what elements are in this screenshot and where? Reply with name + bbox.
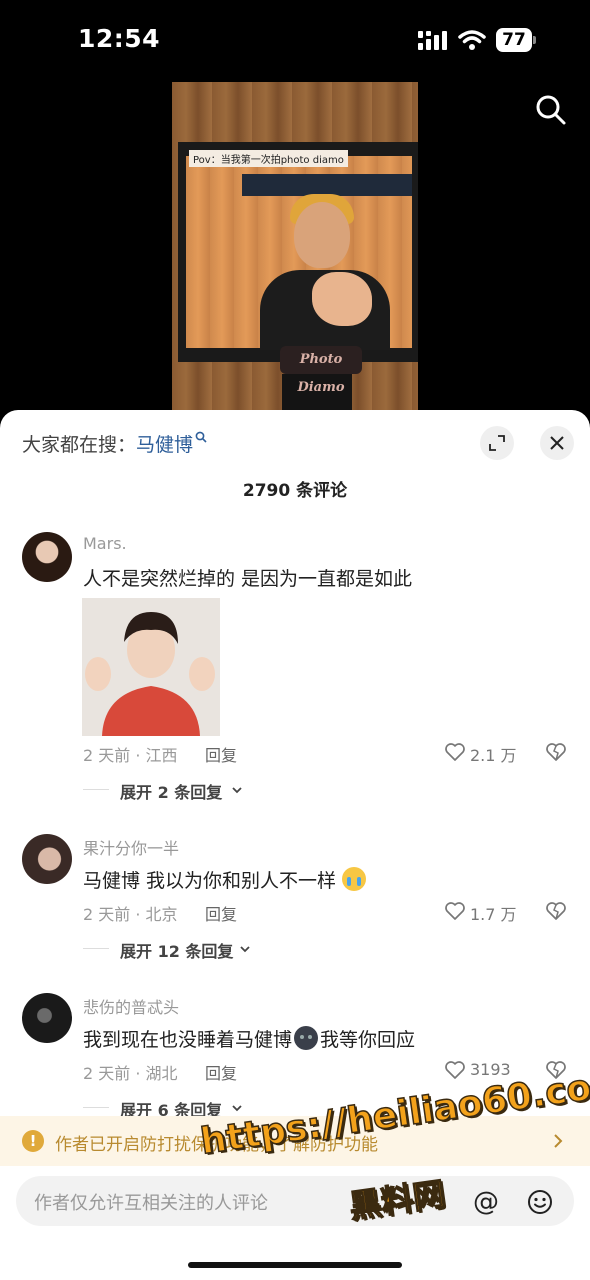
close-button[interactable] xyxy=(540,426,574,460)
video-logo: Photo Diamo xyxy=(280,346,362,395)
expand-replies-label: 展开 12 条回复 xyxy=(120,942,234,961)
chevron-down-icon xyxy=(232,1105,242,1112)
reply-button[interactable]: 回复 xyxy=(205,1060,237,1084)
home-indicator xyxy=(188,1262,402,1268)
video-caption: Pov：当我第一次拍photo diamo xyxy=(189,150,348,167)
expand-replies-label: 展开 2 条回复 xyxy=(120,783,223,802)
comment-image[interactable] xyxy=(82,598,220,736)
heart-icon xyxy=(445,743,465,761)
comment-text: 我到现在也没睡着马健博 我等你回应 xyxy=(83,1025,415,1052)
search-icon[interactable] xyxy=(535,94,567,126)
screen-band xyxy=(242,174,412,196)
comment-count: 2790 条评论 xyxy=(242,481,348,501)
hot-search-keyword[interactable]: 马健博 xyxy=(136,434,193,456)
avatar[interactable] xyxy=(22,834,72,884)
signal-icon xyxy=(418,31,447,50)
comment-username[interactable]: Mars. xyxy=(83,534,127,553)
status-bar: 12:54 77 xyxy=(0,0,590,80)
expand-divider xyxy=(83,789,109,790)
comment-username[interactable]: 悲伤的普忒头 xyxy=(83,994,179,1018)
comment-text-body: 马健博 我以为你和别人不一样 xyxy=(83,870,337,892)
chevron-down-icon xyxy=(240,946,250,953)
hot-search[interactable]: 大家都在搜：马健博 xyxy=(22,430,207,457)
smiley-icon[interactable] xyxy=(527,1189,553,1215)
warning-icon: ! xyxy=(22,1130,44,1152)
broken-heart-icon[interactable] xyxy=(545,900,567,922)
wifi-icon xyxy=(458,30,486,50)
like-count: 1.7 万 xyxy=(470,905,517,924)
comment-photo xyxy=(82,598,220,736)
heart-icon xyxy=(445,902,465,920)
person-head xyxy=(294,202,350,268)
expand-divider xyxy=(83,1107,109,1108)
comment-input[interactable]: 作者仅允许互相关注的人评论 @ xyxy=(16,1176,574,1226)
hot-search-prefix: 大家都在搜： xyxy=(22,434,137,456)
comment-meta: 2 天前 · 湖北 xyxy=(83,1064,178,1083)
expand-replies[interactable]: 展开 12 条回复 xyxy=(83,938,283,961)
comment-text-after: 我等你回应 xyxy=(320,1029,416,1051)
chevron-right-icon xyxy=(554,1134,563,1148)
expand-button[interactable] xyxy=(480,426,514,460)
reply-button[interactable]: 回复 xyxy=(205,901,237,925)
comment-text: 马健博 我以为你和别人不一样 xyxy=(83,866,367,893)
crying-emoji-icon xyxy=(342,867,367,891)
broken-heart-icon[interactable] xyxy=(545,741,567,763)
person-hand xyxy=(312,272,372,326)
battery-icon: 77 xyxy=(496,28,536,52)
battery-level: 77 xyxy=(496,28,532,52)
comment-username[interactable]: 果汁分你一半 xyxy=(83,835,179,859)
avatar[interactable] xyxy=(22,993,72,1043)
battery-tip xyxy=(533,36,536,44)
comment-meta: 2 天前 · 江西 xyxy=(83,746,178,765)
chevron-down-icon xyxy=(232,787,242,794)
like-count: 2.1 万 xyxy=(470,746,517,765)
like-count: 3193 xyxy=(470,1060,511,1079)
avatar[interactable] xyxy=(22,532,72,582)
expand-replies[interactable]: 展开 2 条回复 xyxy=(83,779,283,802)
expand-divider xyxy=(83,948,109,949)
heart-icon xyxy=(445,1061,465,1079)
close-icon xyxy=(550,436,564,450)
comment-text: 人不是突然烂掉的 是因为一直都是如此 xyxy=(83,568,413,590)
comment-meta: 2 天前 · 北京 xyxy=(83,905,178,924)
comment-text-before: 我到现在也没睡着马健博 xyxy=(83,1029,293,1051)
status-time: 12:54 xyxy=(78,24,161,53)
video-player[interactable]: Pov：当我第一次拍photo diamo Photo Diamo xyxy=(172,82,418,412)
comment-input-placeholder: 作者仅允许互相关注的人评论 xyxy=(34,1193,268,1214)
reply-button[interactable]: 回复 xyxy=(205,742,237,766)
at-icon[interactable]: @ xyxy=(473,1189,499,1215)
dark-face-emoji-icon xyxy=(294,1026,319,1050)
search-icon xyxy=(195,431,207,443)
expand-icon xyxy=(489,435,505,451)
